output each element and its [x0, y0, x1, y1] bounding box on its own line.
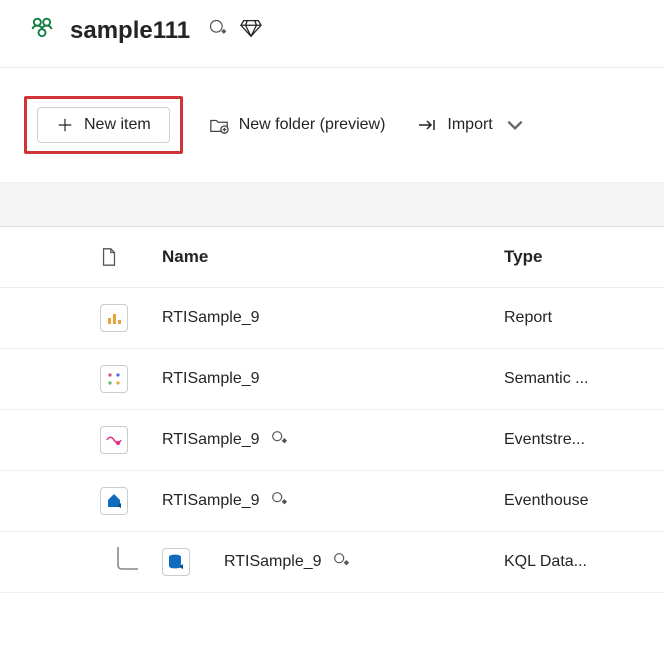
import-button[interactable]: Import	[411, 107, 530, 143]
item-type-icon	[100, 365, 162, 393]
kql-database-icon	[162, 548, 190, 576]
column-header-type[interactable]: Type	[504, 247, 634, 267]
chevron-down-icon	[505, 115, 525, 135]
sensitivity-badge-icon	[270, 429, 288, 452]
new-item-button[interactable]: New item	[37, 107, 170, 143]
item-name: RTISample_9	[162, 370, 504, 388]
premium-diamond-icon	[240, 18, 262, 43]
items-table: Name Type RTISample_9 Report	[0, 227, 664, 593]
item-name: RTISample_9	[162, 490, 504, 513]
table-row[interactable]: RTISample_9 Semantic ...	[0, 349, 664, 410]
sensitivity-badge-icon	[332, 551, 350, 574]
sensitivity-badge-icon	[270, 490, 288, 513]
new-item-label: New item	[84, 116, 151, 134]
table-row[interactable]: RTISample_9 Report	[0, 288, 664, 349]
workspace-title: sample111	[70, 17, 190, 45]
item-name: RTISample_9	[162, 429, 504, 452]
item-type: KQL Data...	[504, 553, 634, 571]
item-type-icon	[162, 548, 224, 576]
item-type: Eventstre...	[504, 431, 634, 449]
report-icon	[100, 304, 128, 332]
item-type-icon	[100, 304, 162, 332]
item-type-icon	[100, 426, 162, 454]
new-folder-label: New folder (preview)	[239, 116, 386, 134]
filter-bar	[0, 183, 664, 227]
table-row[interactable]: RTISample_9 KQL Data...	[0, 532, 664, 593]
item-name: RTISample_9	[224, 551, 504, 574]
column-header-icon	[100, 247, 162, 267]
item-type: Semantic ...	[504, 370, 634, 388]
workspace-icon	[28, 14, 56, 47]
table-row[interactable]: RTISample_9 Eventhouse	[0, 471, 664, 532]
table-header-row: Name Type	[0, 227, 664, 288]
tutorial-highlight: New item	[24, 96, 183, 154]
eventhouse-icon	[100, 487, 128, 515]
workspace-toolbar: New item New folder (preview) Import	[0, 68, 664, 183]
item-name: RTISample_9	[162, 309, 504, 327]
sensitivity-badge-icon[interactable]	[208, 18, 228, 43]
table-row[interactable]: RTISample_9 Eventstre...	[0, 410, 664, 471]
new-folder-button[interactable]: New folder (preview)	[203, 107, 392, 143]
import-label: Import	[447, 116, 492, 134]
workspace-header: sample111	[0, 0, 664, 68]
item-type: Report	[504, 309, 634, 327]
tree-connector-icon	[112, 547, 142, 577]
eventstream-icon	[100, 426, 128, 454]
semantic-model-icon	[100, 365, 128, 393]
item-type-icon	[100, 487, 162, 515]
column-header-name[interactable]: Name	[162, 247, 504, 267]
item-type: Eventhouse	[504, 492, 634, 510]
